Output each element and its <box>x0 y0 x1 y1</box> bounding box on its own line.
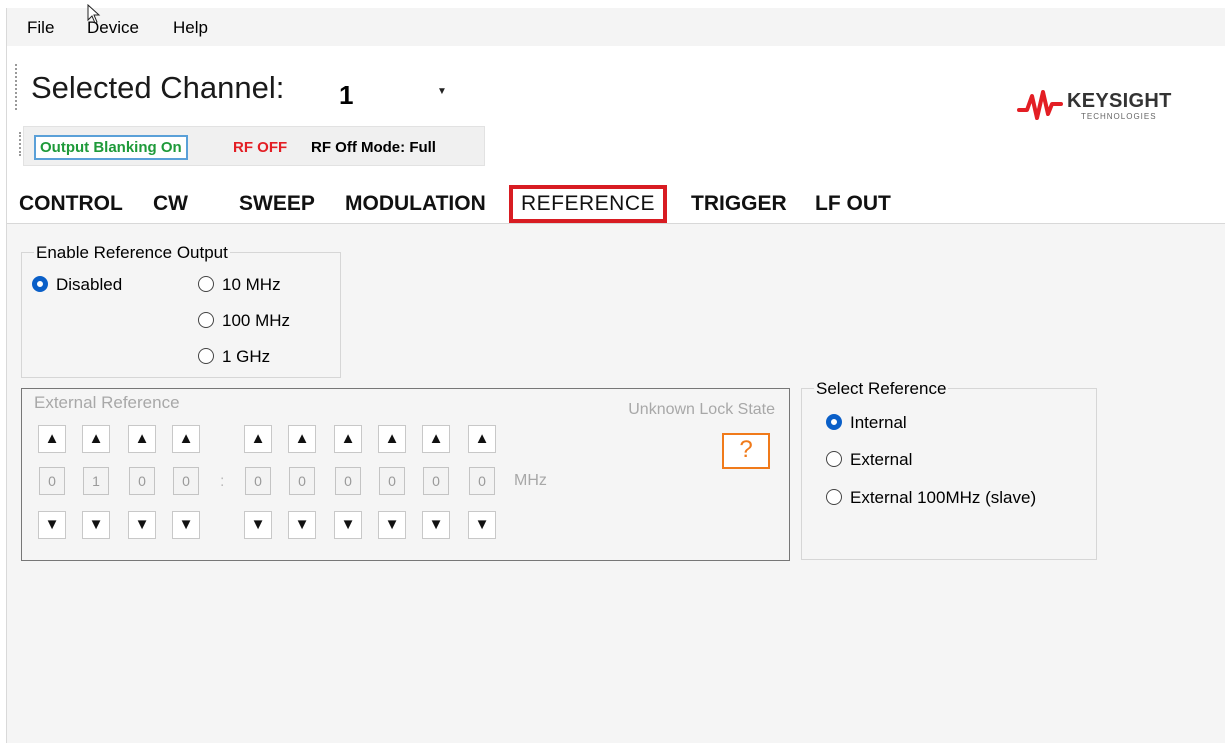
chevron-down-icon[interactable]: ▼ <box>437 86 447 97</box>
digit-down-button[interactable]: ▼ <box>38 511 66 539</box>
radio-selected-icon <box>32 276 48 292</box>
radio-label: Internal <box>850 413 907 432</box>
radio-empty-icon <box>198 312 214 328</box>
radio-empty-icon <box>198 348 214 364</box>
radio-selected-icon <box>826 414 842 430</box>
digit-up-button[interactable]: ▲ <box>82 425 110 453</box>
digit-down-button[interactable]: ▼ <box>172 511 200 539</box>
digit-field[interactable]: 0 <box>423 467 449 495</box>
digit-field[interactable]: 1 <box>83 467 109 495</box>
tab-modulation[interactable]: MODULATION <box>345 192 486 216</box>
output-blanking-badge: Output Blanking On <box>34 135 188 160</box>
status-strip: Output Blanking On RF OFF RF Off Mode: F… <box>23 126 485 166</box>
channel-value: 1 <box>339 80 354 110</box>
radio-10mhz[interactable]: 10 MHz <box>198 275 281 297</box>
digit-up-button[interactable]: ▲ <box>422 425 450 453</box>
digit-up-button[interactable]: ▲ <box>288 425 316 453</box>
radio-label: 100 MHz <box>222 311 291 330</box>
digit-field[interactable]: 0 <box>129 467 155 495</box>
unit-label: MHz <box>514 472 547 489</box>
radio-label: Disabled <box>56 275 123 294</box>
digit-field[interactable]: 0 <box>39 467 65 495</box>
select-reference-group: Select Reference Internal External Exter… <box>801 379 1097 560</box>
radio-label: External 100MHz (slave) <box>850 488 1037 507</box>
question-icon: ? <box>722 433 770 469</box>
lock-state-label: Unknown Lock State <box>628 401 775 418</box>
digit-down-button[interactable]: ▼ <box>422 511 450 539</box>
digit-down-button[interactable]: ▼ <box>288 511 316 539</box>
radio-label: 10 MHz <box>222 275 281 294</box>
digit-down-button[interactable]: ▼ <box>128 511 156 539</box>
digit-field[interactable]: 0 <box>379 467 405 495</box>
digit-up-button[interactable]: ▲ <box>334 425 362 453</box>
radio-100mhz[interactable]: 100 MHz <box>198 311 290 333</box>
logo-name: KEYSIGHT <box>1067 90 1172 112</box>
menu-help[interactable]: Help <box>173 18 208 38</box>
digit-down-button[interactable]: ▼ <box>82 511 110 539</box>
digit-down-button[interactable]: ▼ <box>468 511 496 539</box>
tab-lf-out[interactable]: LF OUT <box>815 192 891 216</box>
digit-field[interactable]: 0 <box>289 467 315 495</box>
selected-channel-label: Selected Channel: <box>31 70 285 105</box>
radio-internal[interactable]: Internal <box>826 413 907 435</box>
digit-field[interactable]: 0 <box>173 467 199 495</box>
radio-empty-icon <box>826 451 842 467</box>
toolbar-grip[interactable] <box>15 64 20 110</box>
menu-bar: File Device Help <box>7 4 1225 46</box>
radio-empty-icon <box>198 276 214 292</box>
reference-panel: Enable Reference Output Disabled 10 MHz … <box>7 224 1225 743</box>
rf-status-label: RF OFF <box>233 139 288 156</box>
digit-up-button[interactable]: ▲ <box>38 425 66 453</box>
tab-trigger[interactable]: TRIGGER <box>691 192 787 216</box>
radio-empty-icon <box>826 489 842 505</box>
radio-external[interactable]: External <box>826 450 912 472</box>
tab-cw[interactable]: CW <box>153 192 188 216</box>
digit-separator: : <box>220 473 225 490</box>
mouse-cursor-icon <box>87 4 101 24</box>
logo-subtitle: TECHNOLOGIES <box>1081 112 1157 121</box>
enable-reference-output-group: Enable Reference Output Disabled 10 MHz … <box>21 243 341 378</box>
digit-up-button[interactable]: ▲ <box>244 425 272 453</box>
channel-select[interactable]: 1 ▼ <box>329 70 457 114</box>
keysight-logo: KEYSIGHT TECHNOLOGIES <box>1017 88 1182 128</box>
digit-up-button[interactable]: ▲ <box>128 425 156 453</box>
digit-down-button[interactable]: ▼ <box>244 511 272 539</box>
group-title: Enable Reference Output <box>34 243 230 263</box>
tab-reference[interactable]: REFERENCE <box>509 185 668 223</box>
digit-up-button[interactable]: ▲ <box>172 425 200 453</box>
radio-label: External <box>850 450 913 469</box>
external-reference-group: External Reference Unknown Lock State ? … <box>21 388 790 561</box>
tab-sweep[interactable]: SWEEP <box>239 192 315 216</box>
radio-external-100mhz-slave[interactable]: External 100MHz (slave) <box>826 488 1036 510</box>
radio-label: 1 GHz <box>222 347 271 366</box>
menu-file[interactable]: File <box>27 18 54 38</box>
rf-off-mode-label: RF Off Mode: Full <box>311 139 436 156</box>
radio-disabled[interactable]: Disabled <box>32 275 122 297</box>
digit-field[interactable]: 0 <box>245 467 271 495</box>
radio-1ghz[interactable]: 1 GHz <box>198 347 270 369</box>
digit-down-button[interactable]: ▼ <box>378 511 406 539</box>
digit-field[interactable]: 0 <box>335 467 361 495</box>
tab-control[interactable]: CONTROL <box>19 192 123 216</box>
group-title: Select Reference <box>814 379 949 399</box>
digit-down-button[interactable]: ▼ <box>334 511 362 539</box>
digit-up-button[interactable]: ▲ <box>378 425 406 453</box>
group-title: External Reference <box>32 393 182 413</box>
digit-up-button[interactable]: ▲ <box>468 425 496 453</box>
keysight-wave-icon <box>1017 90 1063 120</box>
digit-field[interactable]: 0 <box>469 467 495 495</box>
app-window: File Device Help Selected Channel: 1 ▼ O… <box>6 4 1225 743</box>
